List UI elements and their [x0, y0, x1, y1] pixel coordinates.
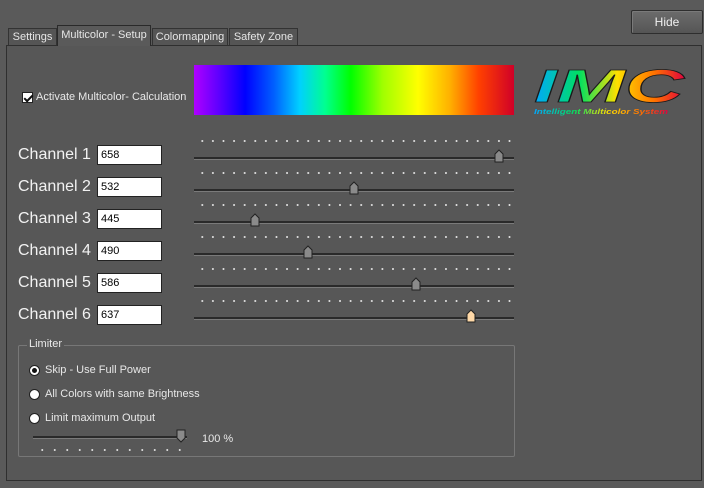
- channel-6-label: Channel 6: [18, 306, 91, 323]
- tab-settings[interactable]: Settings: [8, 28, 57, 45]
- channel-2-slider[interactable]: [194, 172, 514, 196]
- radio-button[interactable]: [29, 412, 40, 424]
- channel-2-label: Channel 2: [18, 178, 91, 195]
- tab-colormapping[interactable]: Colormapping: [152, 28, 228, 45]
- channel-1-label: Channel 1: [18, 146, 91, 163]
- channel-5-label: Channel 5: [18, 274, 91, 291]
- tab-safety-zone[interactable]: Safety Zone: [229, 28, 298, 45]
- channel-4-label: Channel 4: [18, 242, 91, 259]
- limiter-title: Limiter: [27, 338, 65, 350]
- slider-ticks: [36, 449, 181, 451]
- slider-ticks: [197, 300, 511, 302]
- activate-multicolor-checkbox[interactable]: [22, 91, 33, 103]
- slider-ticks: [197, 172, 511, 174]
- limiter-option-label: Limit maximum Output: [45, 412, 156, 424]
- radio-button[interactable]: [29, 364, 40, 376]
- color-spectrum-bar: [194, 65, 514, 115]
- radio-button[interactable]: [29, 388, 40, 400]
- limiter-option-label: All Colors with same Brightness: [45, 388, 200, 400]
- imc-logo-icon: IMC Intelligent Multicolor System: [534, 62, 686, 116]
- slider-thumb[interactable]: [494, 149, 504, 163]
- limiter-option-skip[interactable]: Skip - Use Full Power: [29, 364, 151, 376]
- channel-5-input[interactable]: 586: [97, 273, 162, 293]
- slider-thumb[interactable]: [466, 309, 476, 323]
- limiter-option-same-brightness[interactable]: All Colors with same Brightness: [29, 388, 200, 400]
- slider-thumb[interactable]: [303, 245, 313, 259]
- slider-track: [33, 436, 187, 439]
- slider-ticks: [197, 204, 511, 206]
- channel-4-input[interactable]: 490: [97, 241, 162, 261]
- channel-3-slider[interactable]: [194, 204, 514, 228]
- channel-1-input[interactable]: 658: [97, 145, 162, 165]
- channel-3-input[interactable]: 445: [97, 209, 162, 229]
- slider-ticks: [197, 140, 511, 142]
- slider-ticks: [197, 268, 511, 270]
- channel-6-input[interactable]: 637: [97, 305, 162, 325]
- slider-track: [194, 157, 514, 160]
- slider-thumb[interactable]: [176, 429, 186, 443]
- limiter-option-label: Skip - Use Full Power: [45, 364, 151, 376]
- channel-3-label: Channel 3: [18, 210, 91, 227]
- slider-track: [194, 253, 514, 256]
- logo-subtitle: Intelligent Multicolor System: [534, 109, 668, 116]
- slider-track: [194, 285, 514, 288]
- slider-thumb[interactable]: [411, 277, 421, 291]
- channel-6-slider[interactable]: [194, 300, 514, 324]
- channel-2-input[interactable]: 532: [97, 177, 162, 197]
- slider-thumb[interactable]: [349, 181, 359, 195]
- channel-1-slider[interactable]: [194, 140, 514, 164]
- logo-text: IMC: [534, 62, 685, 112]
- tab-multicolor-setup[interactable]: Multicolor - Setup: [57, 25, 151, 46]
- hide-button[interactable]: Hide: [631, 10, 703, 34]
- activate-multicolor-row[interactable]: Activate Multicolor- Calculation: [22, 91, 186, 103]
- limit-output-slider[interactable]: [33, 429, 187, 455]
- channel-5-slider[interactable]: [194, 268, 514, 292]
- limit-output-percent: 100 %: [202, 433, 234, 445]
- limiter-option-limit-output[interactable]: Limit maximum Output: [29, 412, 155, 424]
- slider-ticks: [197, 236, 511, 238]
- slider-thumb[interactable]: [250, 213, 260, 227]
- slider-track: [194, 221, 514, 224]
- activate-multicolor-label: Activate Multicolor- Calculation: [36, 91, 187, 103]
- channel-4-slider[interactable]: [194, 236, 514, 260]
